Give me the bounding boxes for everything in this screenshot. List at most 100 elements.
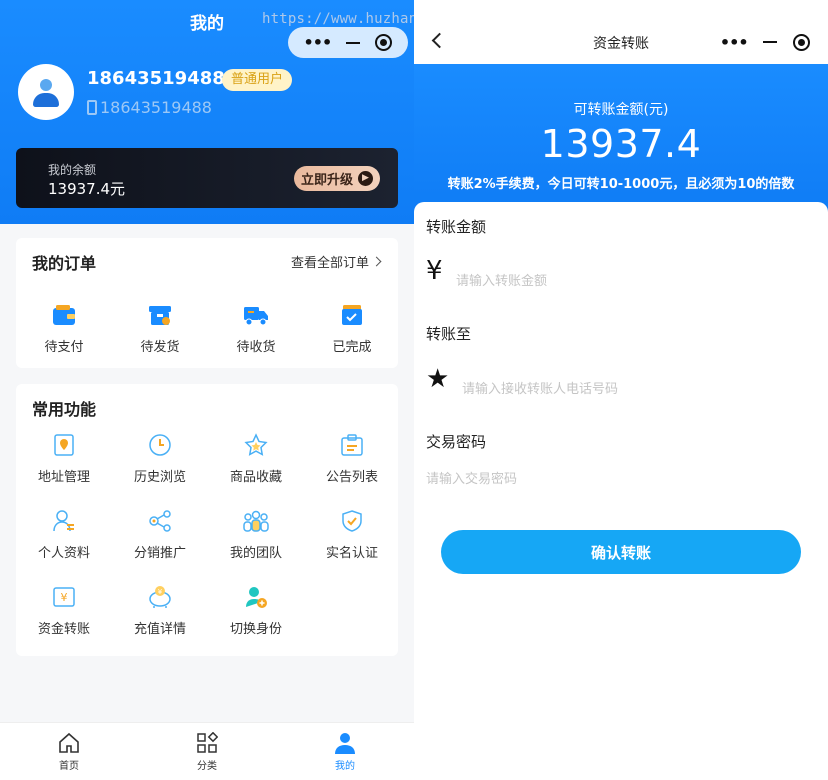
- switch-user-icon: [243, 584, 269, 610]
- bottom-tab-bar: 首页 分类 我的: [0, 722, 414, 780]
- func-label: 充值详情: [133, 622, 186, 637]
- func-label: 切换身份: [229, 622, 282, 637]
- func-verification[interactable]: 实名认证: [312, 508, 392, 561]
- more-dots-icon[interactable]: •••: [304, 33, 333, 52]
- order-item-pending-payment[interactable]: 待支付: [24, 302, 104, 355]
- func-label: 历史浏览: [133, 470, 186, 485]
- confirm-transfer-button[interactable]: 确认转账: [441, 530, 801, 574]
- user-id: 18643519488: [100, 98, 212, 117]
- transferable-value: 13937.4: [540, 122, 702, 166]
- transferable-label: 可转账金额(元): [573, 102, 669, 118]
- func-transfer[interactable]: ¥ 资金转账: [24, 584, 104, 637]
- piggy-bank-icon: ¥: [147, 584, 173, 610]
- share-icon: [147, 508, 173, 534]
- user-level-badge: 普通用户: [222, 69, 293, 91]
- svg-text:¥: ¥: [158, 588, 163, 596]
- transfer-rules-note: 转账2%手续费，今日可转10-1000元，且必须为10的倍数: [447, 177, 795, 192]
- home-icon: [59, 732, 79, 753]
- func-label: 分销推广: [133, 546, 186, 561]
- order-item-pending-receipt[interactable]: 待收货: [216, 302, 296, 355]
- category-icon: [197, 731, 218, 753]
- phone-icon: [87, 100, 97, 115]
- watermark-text: https://www.huzhan.com/ishop18772: [262, 11, 414, 27]
- func-label: 资金转账: [37, 622, 90, 637]
- func-label: 个人资料: [37, 546, 90, 561]
- shield-check-icon: [339, 508, 365, 534]
- orders-card: 我的订单 查看全部订单 待支付 待发货 待收货 已完成: [16, 238, 398, 368]
- more-dots-icon[interactable]: •••: [720, 33, 749, 52]
- upgrade-button[interactable]: 立即升级 ▶: [294, 166, 380, 191]
- star-icon: [243, 432, 269, 458]
- func-notices[interactable]: 公告列表: [312, 432, 392, 485]
- func-label: 我的团队: [229, 546, 282, 561]
- miniprogram-capsule: •••: [712, 28, 818, 56]
- recipient-phone-input[interactable]: [462, 378, 806, 400]
- func-label: 实名认证: [325, 546, 378, 561]
- svg-text:¥: ¥: [61, 591, 68, 604]
- delivery-truck-icon: [243, 302, 269, 328]
- chevron-right-icon: [371, 256, 382, 267]
- minimize-icon[interactable]: [346, 41, 361, 44]
- func-team[interactable]: 我的团队: [216, 508, 296, 561]
- func-switch-identity[interactable]: 切换身份: [216, 584, 296, 637]
- order-item-pending-shipment[interactable]: 待发货: [120, 302, 200, 355]
- trade-password-label: 交易密码: [426, 433, 487, 451]
- tab-home[interactable]: 首页: [0, 723, 138, 780]
- miniprogram-capsule: •••: [288, 27, 408, 58]
- username: 18643519488: [87, 68, 225, 89]
- yuan-icon: ¥: [426, 256, 443, 286]
- view-all-label: 查看全部订单: [290, 256, 369, 271]
- tab-category[interactable]: 分类: [138, 723, 276, 780]
- transfer-icon: ¥: [51, 584, 77, 610]
- balance-value: 13937.4元: [48, 180, 126, 198]
- view-all-orders-link[interactable]: 查看全部订单: [290, 252, 382, 271]
- func-label: 地址管理: [37, 470, 90, 485]
- recipient-label: 转账至: [426, 325, 472, 343]
- profile-page: 我的 https://www.huzhan.com/ishop18772 •••…: [0, 0, 414, 780]
- upgrade-label: 立即升级: [300, 173, 353, 188]
- order-item-label: 已完成: [332, 340, 372, 355]
- tab-label: 分类: [197, 760, 217, 772]
- shipping-box-icon: [147, 302, 173, 328]
- func-favorites[interactable]: 商品收藏: [216, 432, 296, 485]
- nav-bar: 资金转账 •••: [414, 0, 828, 64]
- wallet-icon: [51, 302, 77, 328]
- func-history[interactable]: 历史浏览: [120, 432, 200, 485]
- profile-header: 我的 https://www.huzhan.com/ishop18772 •••…: [0, 0, 414, 224]
- tab-mine[interactable]: 我的: [276, 723, 414, 780]
- func-label: 公告列表: [325, 470, 378, 485]
- transfer-form: 转账金额 ¥ 转账至 ★ 交易密码 确认转账: [414, 202, 828, 780]
- team-icon: [243, 508, 269, 534]
- balance-card: 我的余额 13937.4元 立即升级 ▶: [16, 148, 398, 208]
- clock-icon: [147, 432, 173, 458]
- tab-label: 首页: [59, 760, 79, 772]
- user-id-row: 18643519488: [87, 98, 212, 117]
- common-functions-title: 常用功能: [32, 400, 97, 419]
- tab-label: 我的: [335, 760, 355, 772]
- amount-label: 转账金额: [426, 218, 487, 236]
- order-item-label: 待发货: [140, 340, 180, 355]
- order-item-completed[interactable]: 已完成: [312, 302, 392, 355]
- minimize-icon[interactable]: [763, 41, 778, 43]
- amount-input[interactable]: [456, 270, 806, 292]
- func-profile[interactable]: 个人资料: [24, 508, 104, 561]
- profile-icon: [51, 508, 77, 534]
- trade-password-input[interactable]: [426, 468, 806, 490]
- func-recharge[interactable]: ¥ 充值详情: [120, 584, 200, 637]
- avatar[interactable]: [18, 64, 74, 120]
- common-functions-card: 常用功能 地址管理 历史浏览 商品收藏 公告列表 个人资料 分销推广 我的团队 …: [16, 384, 398, 656]
- address-book-icon: [51, 432, 77, 458]
- order-item-label: 待支付: [44, 340, 84, 355]
- screen: 我的 https://www.huzhan.com/ishop18772 •••…: [0, 0, 828, 780]
- user-icon: [335, 732, 355, 754]
- avatar-person-icon: [33, 79, 59, 107]
- transfer-page: 资金转账 ••• 可转账金额(元) 13937.4 转账2%手续费，今日可转10…: [414, 0, 828, 780]
- balance-label: 我的余额: [48, 163, 97, 177]
- func-address[interactable]: 地址管理: [24, 432, 104, 485]
- notice-icon: [339, 432, 365, 458]
- close-target-icon[interactable]: [375, 34, 393, 51]
- completed-box-icon: [339, 302, 365, 328]
- transferable-summary: 可转账金额(元) 13937.4 转账2%手续费，今日可转10-1000元，且必…: [414, 64, 828, 214]
- func-distribution[interactable]: 分销推广: [120, 508, 200, 561]
- close-target-icon[interactable]: [793, 33, 811, 51]
